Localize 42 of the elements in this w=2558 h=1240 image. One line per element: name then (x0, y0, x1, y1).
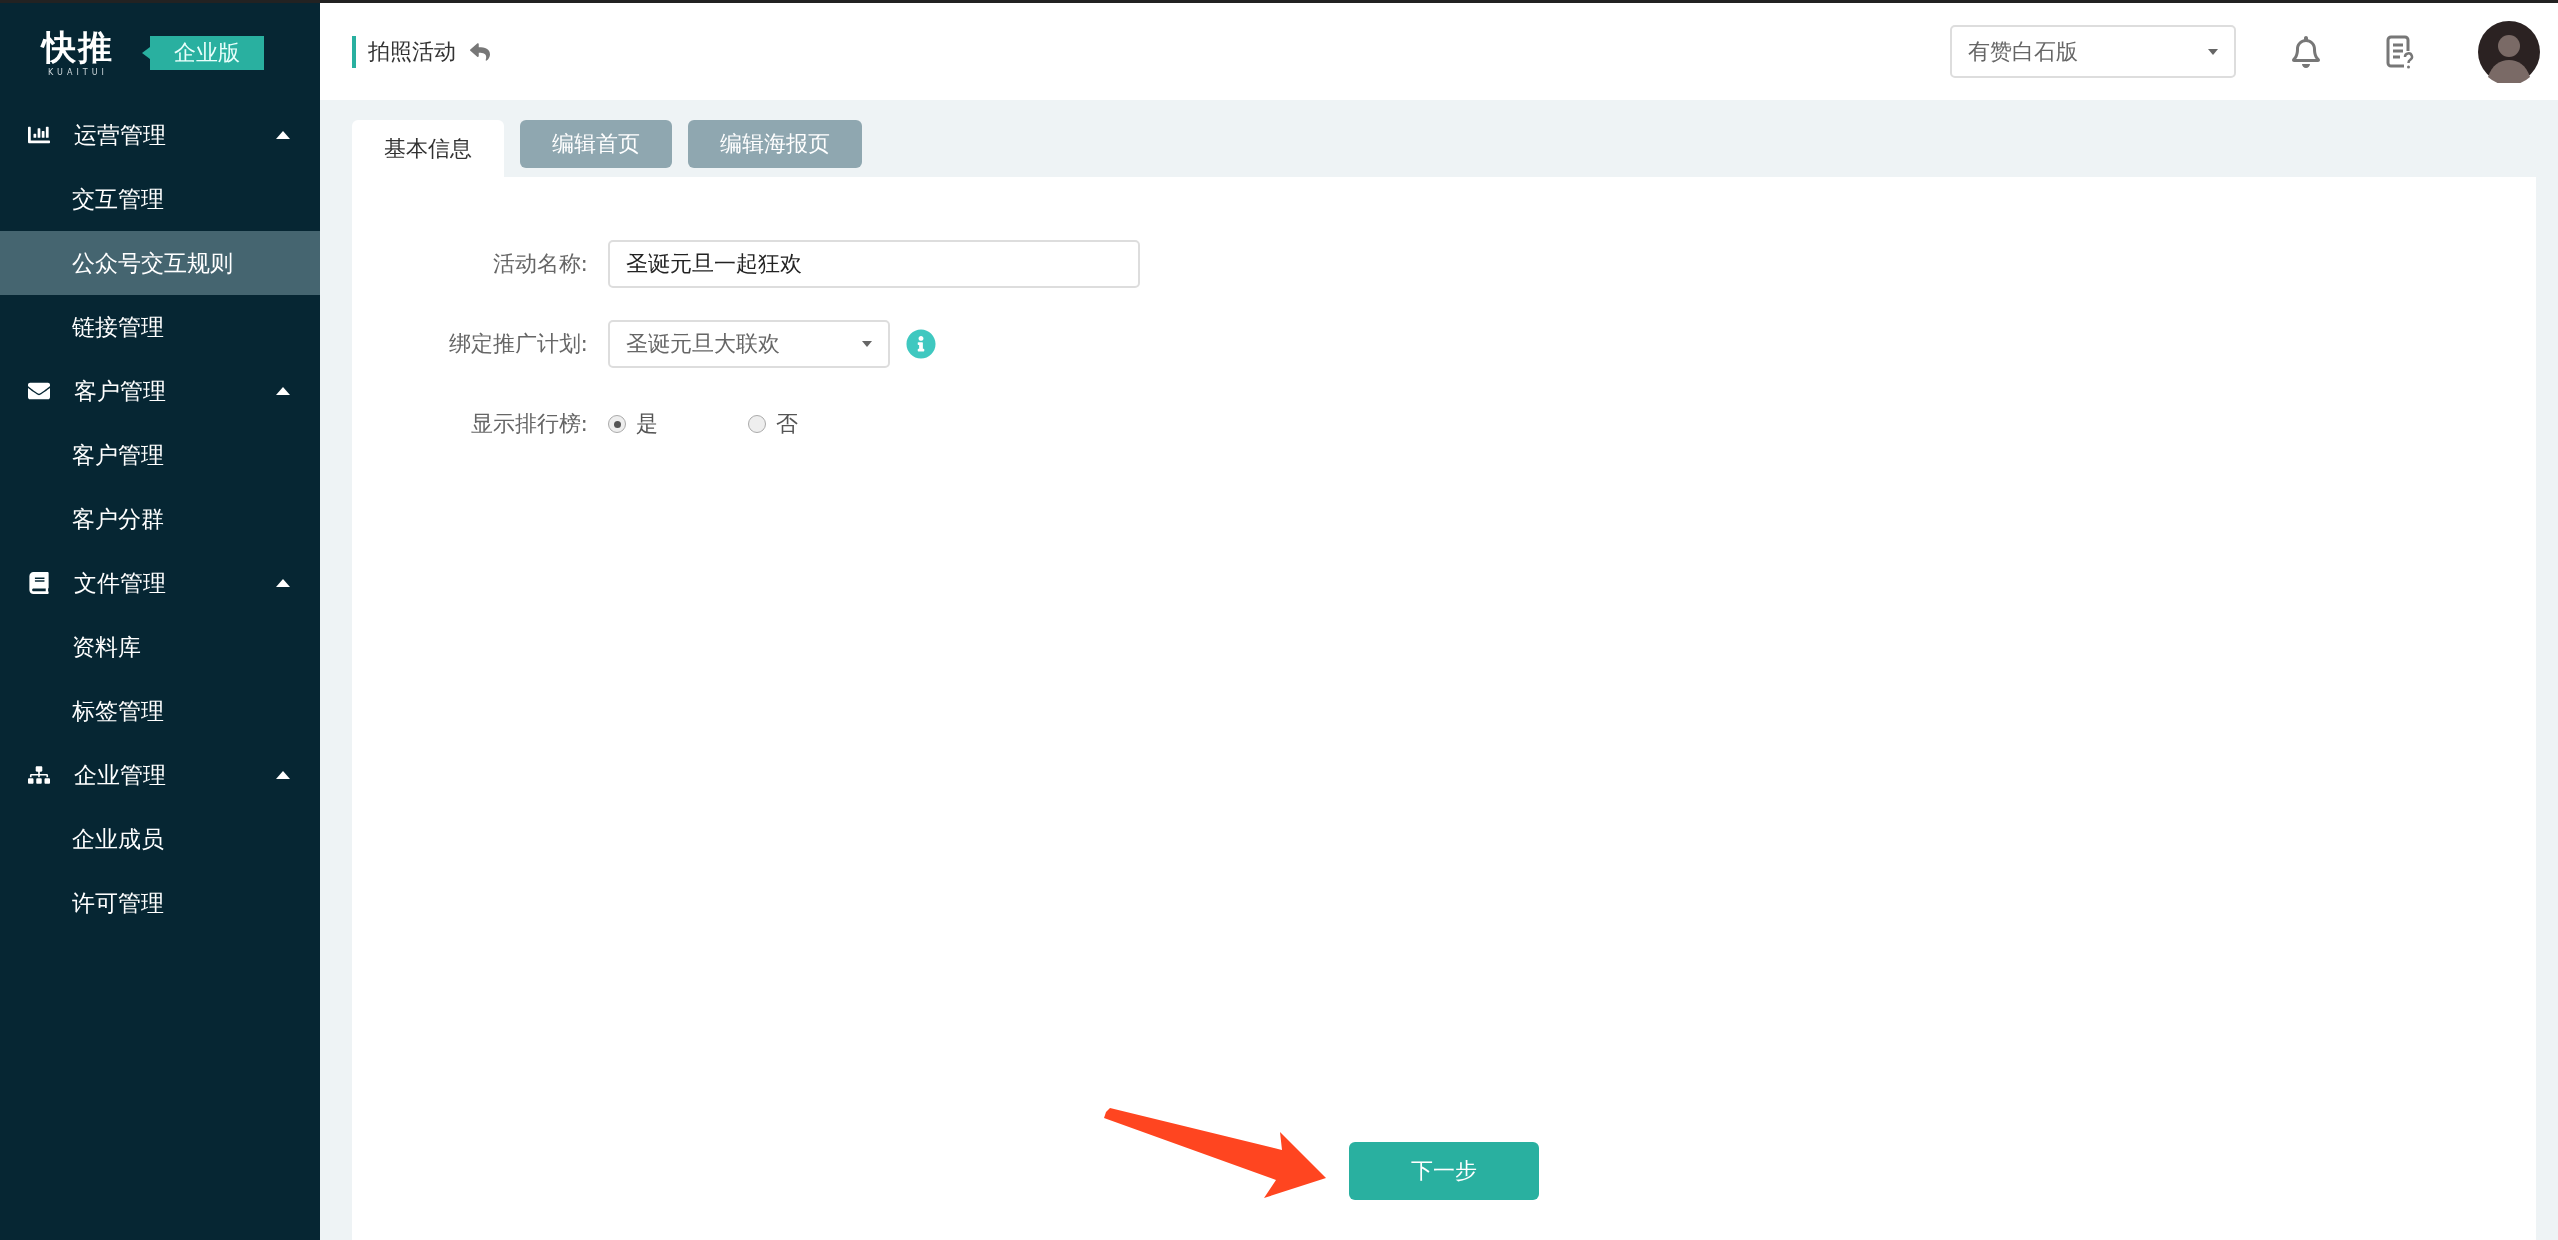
sitemap-icon (28, 764, 50, 786)
menu-group-title[interactable]: 客户管理 (74, 375, 276, 407)
sidebar-item[interactable]: 企业成员 (0, 807, 320, 871)
tab[interactable]: 基本信息 (352, 120, 504, 177)
input-field[interactable]: 圣诞元旦一起狂欢 (608, 240, 1140, 288)
avatar[interactable] (2478, 20, 2540, 83)
sidebar-item[interactable]: 标签管理 (0, 679, 320, 743)
page-title: 拍照活动 (352, 35, 456, 68)
field-label: 显示排行榜: (469, 410, 589, 438)
bell-icon[interactable] (2290, 35, 2322, 68)
account-select[interactable]: 有赞白石版 (1950, 25, 2236, 78)
select-field[interactable]: 圣诞元旦大联欢 (608, 320, 890, 368)
sidebar-item[interactable]: 链接管理 (0, 295, 320, 359)
caret-icon (862, 341, 872, 347)
radio-button[interactable] (748, 415, 766, 433)
caret-icon[interactable] (276, 579, 290, 587)
radio-option[interactable]: 否 (748, 409, 888, 439)
sidebar-item[interactable]: 许可管理 (0, 871, 320, 935)
menu-group-title[interactable]: 文件管理 (74, 567, 276, 599)
sidebar-item[interactable]: 交互管理 (0, 167, 320, 231)
caret-icon[interactable] (276, 131, 290, 139)
bar-chart-icon (28, 124, 50, 146)
help-document-icon[interactable] (2386, 34, 2414, 69)
sidebar-item[interactable]: 资料库 (0, 615, 320, 679)
caret-icon (2208, 48, 2218, 55)
back-icon[interactable] (470, 41, 490, 62)
field-label: 活动名称: (491, 250, 589, 278)
logo-text: 快推 (42, 29, 114, 64)
sidebar-item[interactable]: 客户管理 (0, 423, 320, 487)
book-icon (28, 572, 50, 594)
edition-badge: 企业版 (142, 36, 264, 70)
logo-subtitle: KUAITUI (48, 67, 108, 77)
caret-icon[interactable] (276, 387, 290, 395)
sidebar-item[interactable]: 公众号交互规则 (0, 231, 320, 295)
sidebar-item[interactable]: 客户分群 (0, 487, 320, 551)
field-label: 绑定推广计划: (447, 330, 589, 358)
radio-button[interactable] (608, 415, 626, 433)
menu-group-title[interactable]: 企业管理 (74, 759, 276, 791)
envelope-icon (28, 380, 50, 402)
caret-icon[interactable] (276, 771, 290, 779)
menu-group-title[interactable]: 运营管理 (74, 119, 276, 151)
radio-option[interactable]: 是 (608, 409, 748, 439)
